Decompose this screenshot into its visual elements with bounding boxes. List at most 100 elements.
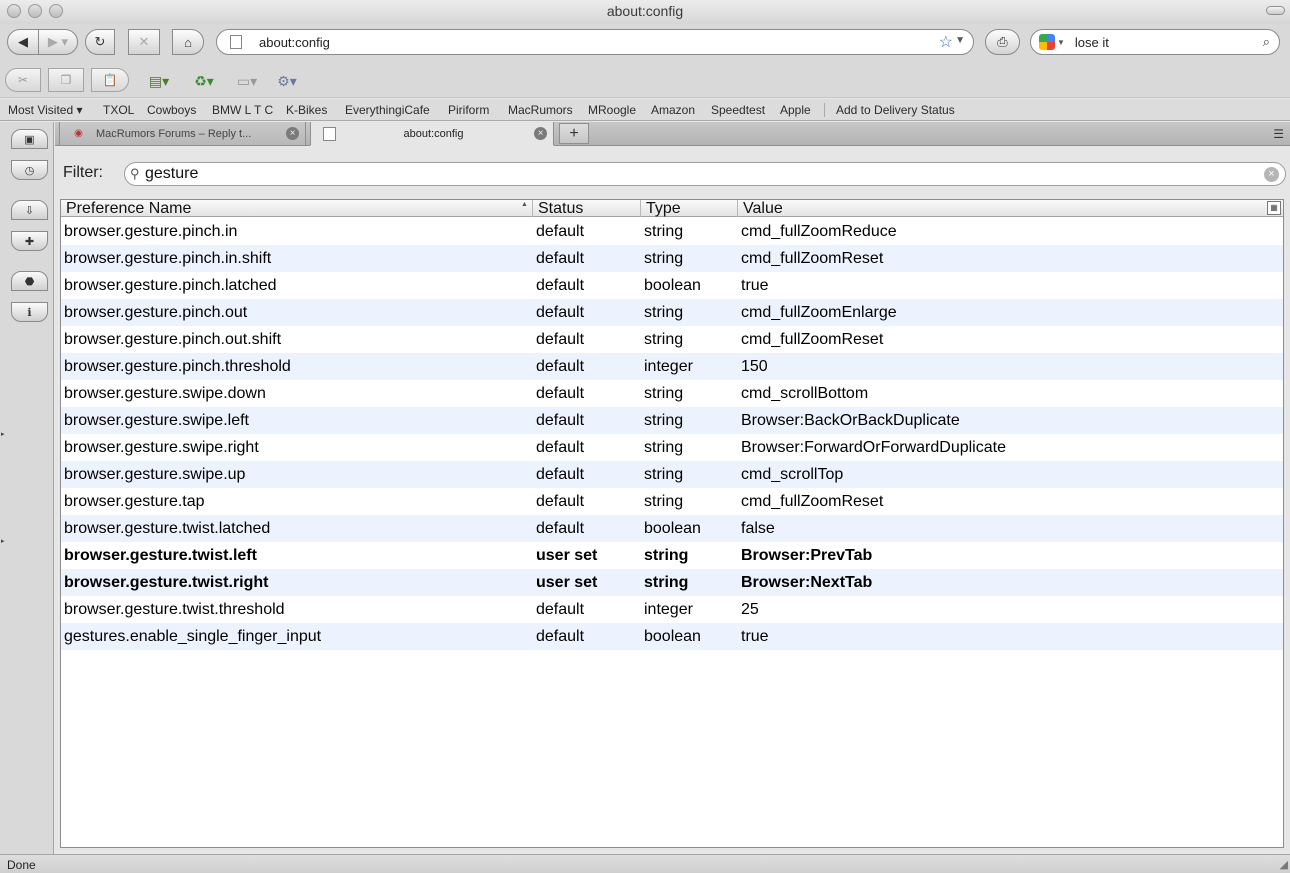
sidebar-page-info-button[interactable]: ℹ <box>11 302 48 322</box>
status-bar: Done ◢ <box>0 854 1290 873</box>
engine-dropdown-icon[interactable]: ▼ <box>1057 38 1065 47</box>
bookmark-macrumors[interactable]: MacRumors <box>508 103 573 117</box>
minimize-window-button[interactable] <box>28 4 42 18</box>
url-text[interactable]: about:config <box>259 35 330 50</box>
table-row[interactable]: browser.gesture.twist.left user set string… <box>61 542 1283 569</box>
clear-filter-icon[interactable]: × <box>1264 167 1279 182</box>
back-arrow-icon: ◀ <box>18 34 28 49</box>
settings-button[interactable]: ⚙▾ <box>272 70 302 92</box>
pref-value-cell: Browser:NextTab <box>741 574 873 591</box>
back-button[interactable]: ◀ <box>7 29 39 55</box>
paste-button[interactable]: 📋 <box>91 68 129 92</box>
tab-list-icon[interactable]: ☰ <box>1273 127 1284 141</box>
resize-grip-icon[interactable]: ◢ <box>1280 858 1288 871</box>
print-button[interactable]: ⎙ <box>985 29 1020 55</box>
table-row[interactable]: browser.gesture.pinch.latched default bool… <box>61 272 1283 299</box>
splitter-handle-icon[interactable]: ▸ <box>1 430 5 438</box>
pref-value-cell: cmd_scrollBottom <box>741 385 869 402</box>
bookmark-speedtest[interactable]: Speedtest <box>711 103 765 117</box>
search-bar[interactable]: ▼ lose it ⌕ <box>1030 29 1280 55</box>
pref-type-cell: boolean <box>644 628 701 645</box>
recycle-button[interactable]: ♻▾ <box>189 70 219 92</box>
pref-name-cell: browser.gesture.tap <box>64 493 205 510</box>
table-row[interactable]: browser.gesture.swipe.right default string… <box>61 434 1283 461</box>
bookmark-star-icon[interactable]: ☆ <box>939 32 953 52</box>
table-row[interactable]: browser.gesture.pinch.out.shift default st… <box>61 326 1283 353</box>
tab-close-icon[interactable]: × <box>534 127 547 140</box>
copy-icon: ❐ <box>60 73 72 87</box>
cut-button[interactable]: ✂ <box>5 68 41 92</box>
new-tab-button[interactable]: + <box>559 123 589 144</box>
forward-button[interactable]: ▶ ▾ <box>38 29 78 55</box>
printer-icon: ⎙ <box>997 34 1008 49</box>
column-header-type[interactable]: Type <box>641 200 738 217</box>
table-row[interactable]: browser.gesture.pinch.in default string cmd… <box>61 218 1283 245</box>
home-button[interactable]: ⌂ <box>172 29 204 55</box>
filter-input[interactable]: ⚲ gesture × <box>124 162 1286 186</box>
table-row[interactable]: browser.gesture.pinch.in.shift default str… <box>61 245 1283 272</box>
column-header-name[interactable]: Preference Name <box>61 200 533 217</box>
table-row[interactable]: browser.gesture.tap default string cmd_full… <box>61 488 1283 515</box>
pref-status-cell: default <box>536 277 585 294</box>
bookmark-everythingicafe[interactable]: EverythingiCafe <box>345 103 430 117</box>
table-row[interactable]: browser.gesture.twist.right user set strin… <box>61 569 1283 596</box>
stop-icon: ✕ <box>138 34 150 49</box>
table-row[interactable]: browser.gesture.pinch.threshold default in… <box>61 353 1283 380</box>
tab-about-config[interactable]: about:config × <box>310 122 554 146</box>
macrumors-favicon-icon: ◉ <box>74 128 83 139</box>
close-window-button[interactable] <box>7 4 21 18</box>
table-row[interactable]: browser.gesture.swipe.up default string cmd… <box>61 461 1283 488</box>
table-row[interactable]: browser.gesture.swipe.left default string B… <box>61 407 1283 434</box>
paste-icon: 📋 <box>102 73 118 87</box>
stop-button[interactable]: ✕ <box>128 29 160 55</box>
table-row[interactable]: browser.gesture.twist.threshold default in… <box>61 596 1283 623</box>
search-input[interactable]: lose it <box>1075 35 1109 50</box>
table-row[interactable]: browser.gesture.pinch.out default string cm… <box>61 299 1283 326</box>
column-header-value[interactable]: Value <box>738 200 1260 217</box>
column-picker-icon[interactable]: ▦ <box>1267 201 1281 215</box>
toolbar-toggle-button[interactable] <box>1266 6 1285 15</box>
bookmark-amazon[interactable]: Amazon <box>651 103 695 117</box>
bookmark-txol[interactable]: TXOL <box>103 103 134 117</box>
sidebar-bookmarks-button[interactable]: ▣ <box>11 129 48 149</box>
bookmark-cowboys[interactable]: Cowboys <box>147 103 196 117</box>
window-title: about:config <box>606 3 684 19</box>
tab-close-icon[interactable]: × <box>286 127 299 140</box>
recycle-icon: ♻▾ <box>194 72 214 89</box>
sidebar-history-button[interactable]: ◷ <box>11 160 48 180</box>
url-dropdown-icon[interactable]: ▼ <box>955 35 965 46</box>
pref-status-cell: default <box>536 331 585 348</box>
search-engine-icon[interactable] <box>1039 34 1055 50</box>
reload-button[interactable]: ↻ <box>85 29 115 55</box>
zoom-window-button[interactable] <box>49 4 63 18</box>
pref-type-cell: string <box>644 223 684 240</box>
table-row[interactable]: browser.gesture.swipe.down default string c… <box>61 380 1283 407</box>
pref-name-cell: browser.gesture.pinch.out <box>64 304 248 321</box>
bookmark-apple[interactable]: Apple <box>780 103 811 117</box>
sidebar-addons-button[interactable]: ✚ <box>11 231 48 251</box>
bookmark-mroogle[interactable]: MRoogle <box>588 103 636 117</box>
table-row[interactable]: browser.gesture.twist.latched default bool… <box>61 515 1283 542</box>
pref-status-cell: default <box>536 223 585 240</box>
tab-macrumors[interactable]: ◉ MacRumors Forums – Reply t... × <box>59 122 306 146</box>
bookmark-most-visited[interactable]: Most Visited ▾ <box>8 103 83 117</box>
sidebar-error-console-button[interactable]: ⬣ <box>11 271 48 291</box>
filter-value[interactable]: gesture <box>145 165 198 183</box>
pref-status-cell: default <box>536 520 585 537</box>
bookmark-add-to-delivery-status[interactable]: Add to Delivery Status <box>836 103 955 117</box>
copy-button[interactable]: ❐ <box>48 68 84 92</box>
bookmark-kbikes[interactable]: K-Bikes <box>286 103 327 117</box>
url-bar[interactable]: about:config ☆ ▼ <box>216 29 974 55</box>
table-row[interactable]: gestures.enable_single_finger_input defau… <box>61 623 1283 650</box>
search-icon[interactable]: ⌕ <box>1263 34 1270 50</box>
print-preview-button[interactable]: ▭▾ <box>232 70 262 92</box>
pref-type-cell: string <box>644 304 684 321</box>
splitter-handle-icon[interactable]: ▸ <box>1 537 5 545</box>
bookmark-piriform[interactable]: Piriform <box>448 103 489 117</box>
pref-name-cell: browser.gesture.twist.right <box>64 574 269 591</box>
column-header-status[interactable]: Status <box>533 200 641 217</box>
sidebar-downloads-button[interactable]: ⇩ <box>11 200 48 220</box>
preferences-table[interactable]: Preference Name ▲ Status Type Value ▦ br… <box>60 199 1284 848</box>
page-setup-button[interactable]: ▤▾ <box>144 70 174 92</box>
bookmark-bmw[interactable]: BMW L T C <box>212 103 273 117</box>
